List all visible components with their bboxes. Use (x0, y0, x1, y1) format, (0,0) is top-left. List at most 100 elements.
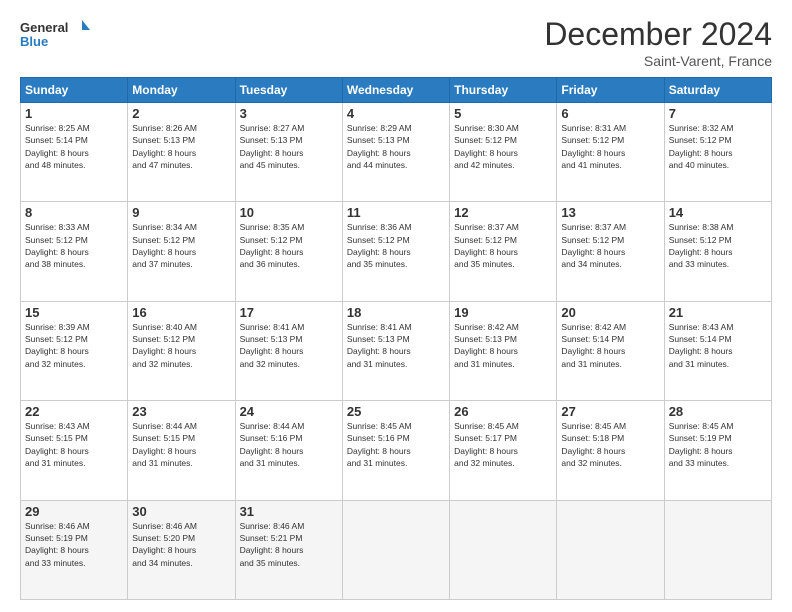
day-number: 23 (132, 404, 230, 419)
table-row: 14 Sunrise: 8:38 AMSunset: 5:12 PMDaylig… (664, 202, 771, 301)
table-row: 31 Sunrise: 8:46 AMSunset: 5:21 PMDaylig… (235, 500, 342, 599)
subtitle: Saint-Varent, France (544, 53, 772, 69)
day-number: 3 (240, 106, 338, 121)
day-info: Sunrise: 8:37 AMSunset: 5:12 PMDaylight:… (454, 222, 519, 269)
table-row: 5 Sunrise: 8:30 AMSunset: 5:12 PMDayligh… (450, 103, 557, 202)
table-row: 8 Sunrise: 8:33 AMSunset: 5:12 PMDayligh… (21, 202, 128, 301)
day-info: Sunrise: 8:46 AMSunset: 5:20 PMDaylight:… (132, 521, 197, 568)
day-number: 7 (669, 106, 767, 121)
day-number: 13 (561, 205, 659, 220)
day-info: Sunrise: 8:42 AMSunset: 5:13 PMDaylight:… (454, 322, 519, 369)
day-info: Sunrise: 8:26 AMSunset: 5:13 PMDaylight:… (132, 123, 197, 170)
day-info: Sunrise: 8:43 AMSunset: 5:15 PMDaylight:… (25, 421, 90, 468)
table-row: 26 Sunrise: 8:45 AMSunset: 5:17 PMDaylig… (450, 401, 557, 500)
table-row (342, 500, 449, 599)
day-number: 17 (240, 305, 338, 320)
day-info: Sunrise: 8:34 AMSunset: 5:12 PMDaylight:… (132, 222, 197, 269)
day-number: 27 (561, 404, 659, 419)
day-number: 14 (669, 205, 767, 220)
table-row: 23 Sunrise: 8:44 AMSunset: 5:15 PMDaylig… (128, 401, 235, 500)
day-number: 2 (132, 106, 230, 121)
calendar-header-row: Sunday Monday Tuesday Wednesday Thursday… (21, 78, 772, 103)
day-info: Sunrise: 8:38 AMSunset: 5:12 PMDaylight:… (669, 222, 734, 269)
day-info: Sunrise: 8:44 AMSunset: 5:16 PMDaylight:… (240, 421, 305, 468)
day-info: Sunrise: 8:46 AMSunset: 5:21 PMDaylight:… (240, 521, 305, 568)
day-info: Sunrise: 8:29 AMSunset: 5:13 PMDaylight:… (347, 123, 412, 170)
table-row: 25 Sunrise: 8:45 AMSunset: 5:16 PMDaylig… (342, 401, 449, 500)
day-info: Sunrise: 8:46 AMSunset: 5:19 PMDaylight:… (25, 521, 90, 568)
day-info: Sunrise: 8:45 AMSunset: 5:18 PMDaylight:… (561, 421, 626, 468)
main-title: December 2024 (544, 16, 772, 53)
day-info: Sunrise: 8:44 AMSunset: 5:15 PMDaylight:… (132, 421, 197, 468)
day-info: Sunrise: 8:33 AMSunset: 5:12 PMDaylight:… (25, 222, 90, 269)
day-info: Sunrise: 8:45 AMSunset: 5:19 PMDaylight:… (669, 421, 734, 468)
svg-text:General: General (20, 20, 68, 35)
table-row: 1 Sunrise: 8:25 AMSunset: 5:14 PMDayligh… (21, 103, 128, 202)
day-info: Sunrise: 8:41 AMSunset: 5:13 PMDaylight:… (240, 322, 305, 369)
table-row (557, 500, 664, 599)
day-number: 12 (454, 205, 552, 220)
col-thursday: Thursday (450, 78, 557, 103)
day-number: 9 (132, 205, 230, 220)
col-friday: Friday (557, 78, 664, 103)
calendar-week-row: 29 Sunrise: 8:46 AMSunset: 5:19 PMDaylig… (21, 500, 772, 599)
table-row (664, 500, 771, 599)
day-info: Sunrise: 8:39 AMSunset: 5:12 PMDaylight:… (25, 322, 90, 369)
svg-text:Blue: Blue (20, 34, 48, 49)
day-info: Sunrise: 8:43 AMSunset: 5:14 PMDaylight:… (669, 322, 734, 369)
table-row: 24 Sunrise: 8:44 AMSunset: 5:16 PMDaylig… (235, 401, 342, 500)
table-row (450, 500, 557, 599)
logo: General Blue (20, 16, 90, 52)
table-row: 18 Sunrise: 8:41 AMSunset: 5:13 PMDaylig… (342, 301, 449, 400)
day-info: Sunrise: 8:40 AMSunset: 5:12 PMDaylight:… (132, 322, 197, 369)
day-number: 8 (25, 205, 123, 220)
table-row: 7 Sunrise: 8:32 AMSunset: 5:12 PMDayligh… (664, 103, 771, 202)
table-row: 4 Sunrise: 8:29 AMSunset: 5:13 PMDayligh… (342, 103, 449, 202)
day-number: 28 (669, 404, 767, 419)
day-info: Sunrise: 8:25 AMSunset: 5:14 PMDaylight:… (25, 123, 90, 170)
day-number: 18 (347, 305, 445, 320)
day-info: Sunrise: 8:45 AMSunset: 5:16 PMDaylight:… (347, 421, 412, 468)
calendar-week-row: 22 Sunrise: 8:43 AMSunset: 5:15 PMDaylig… (21, 401, 772, 500)
header: General Blue December 2024 Saint-Varent,… (20, 16, 772, 69)
day-number: 15 (25, 305, 123, 320)
day-number: 4 (347, 106, 445, 121)
title-block: December 2024 Saint-Varent, France (544, 16, 772, 69)
day-number: 21 (669, 305, 767, 320)
table-row: 19 Sunrise: 8:42 AMSunset: 5:13 PMDaylig… (450, 301, 557, 400)
day-info: Sunrise: 8:35 AMSunset: 5:12 PMDaylight:… (240, 222, 305, 269)
table-row: 6 Sunrise: 8:31 AMSunset: 5:12 PMDayligh… (557, 103, 664, 202)
table-row: 16 Sunrise: 8:40 AMSunset: 5:12 PMDaylig… (128, 301, 235, 400)
table-row: 2 Sunrise: 8:26 AMSunset: 5:13 PMDayligh… (128, 103, 235, 202)
table-row: 3 Sunrise: 8:27 AMSunset: 5:13 PMDayligh… (235, 103, 342, 202)
day-number: 24 (240, 404, 338, 419)
col-saturday: Saturday (664, 78, 771, 103)
day-number: 31 (240, 504, 338, 519)
col-wednesday: Wednesday (342, 78, 449, 103)
table-row: 15 Sunrise: 8:39 AMSunset: 5:12 PMDaylig… (21, 301, 128, 400)
table-row: 21 Sunrise: 8:43 AMSunset: 5:14 PMDaylig… (664, 301, 771, 400)
table-row: 27 Sunrise: 8:45 AMSunset: 5:18 PMDaylig… (557, 401, 664, 500)
table-row: 17 Sunrise: 8:41 AMSunset: 5:13 PMDaylig… (235, 301, 342, 400)
day-info: Sunrise: 8:32 AMSunset: 5:12 PMDaylight:… (669, 123, 734, 170)
table-row: 20 Sunrise: 8:42 AMSunset: 5:14 PMDaylig… (557, 301, 664, 400)
day-number: 16 (132, 305, 230, 320)
day-info: Sunrise: 8:37 AMSunset: 5:12 PMDaylight:… (561, 222, 626, 269)
table-row: 10 Sunrise: 8:35 AMSunset: 5:12 PMDaylig… (235, 202, 342, 301)
table-row: 22 Sunrise: 8:43 AMSunset: 5:15 PMDaylig… (21, 401, 128, 500)
day-number: 26 (454, 404, 552, 419)
table-row: 12 Sunrise: 8:37 AMSunset: 5:12 PMDaylig… (450, 202, 557, 301)
page: General Blue December 2024 Saint-Varent,… (0, 0, 792, 612)
table-row: 30 Sunrise: 8:46 AMSunset: 5:20 PMDaylig… (128, 500, 235, 599)
table-row: 9 Sunrise: 8:34 AMSunset: 5:12 PMDayligh… (128, 202, 235, 301)
day-number: 20 (561, 305, 659, 320)
day-number: 5 (454, 106, 552, 121)
calendar-week-row: 8 Sunrise: 8:33 AMSunset: 5:12 PMDayligh… (21, 202, 772, 301)
logo-svg: General Blue (20, 16, 90, 52)
day-number: 6 (561, 106, 659, 121)
day-number: 22 (25, 404, 123, 419)
day-info: Sunrise: 8:45 AMSunset: 5:17 PMDaylight:… (454, 421, 519, 468)
day-info: Sunrise: 8:30 AMSunset: 5:12 PMDaylight:… (454, 123, 519, 170)
day-info: Sunrise: 8:41 AMSunset: 5:13 PMDaylight:… (347, 322, 412, 369)
day-info: Sunrise: 8:31 AMSunset: 5:12 PMDaylight:… (561, 123, 626, 170)
